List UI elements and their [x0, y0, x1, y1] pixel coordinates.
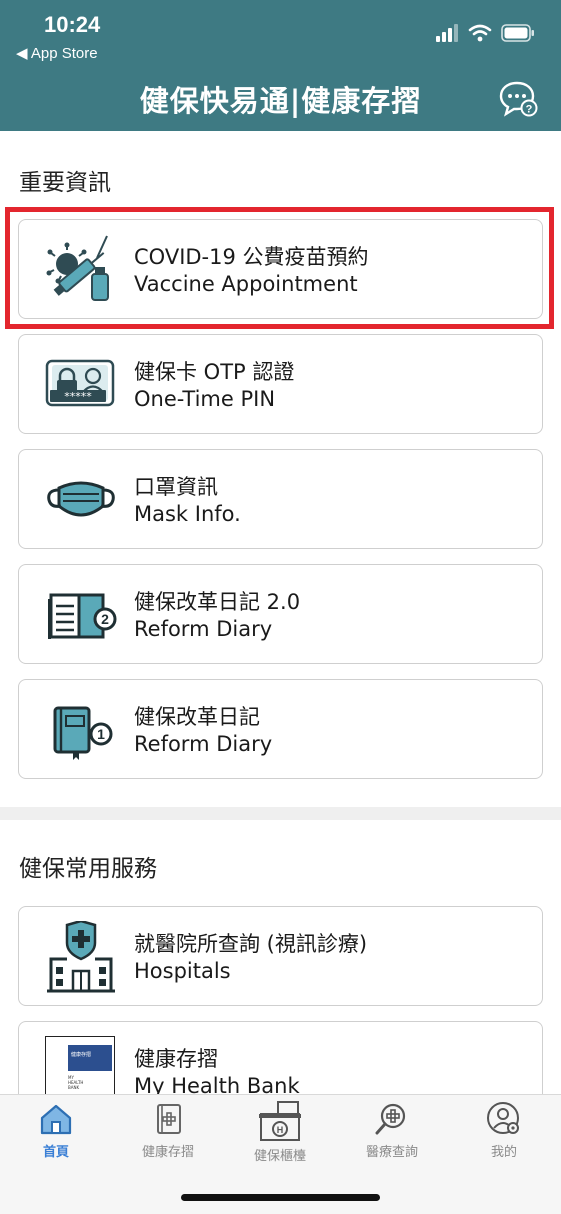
- svg-text:H: H: [277, 1125, 284, 1135]
- card-title-en: One-Time PIN: [134, 387, 276, 411]
- tab-label: 首頁: [42, 1145, 69, 1160]
- tab-health-record[interactable]: 健康存摺: [112, 1101, 224, 1171]
- section-title-important: 重要資訊: [19, 170, 111, 196]
- counter-icon: H: [259, 1101, 301, 1141]
- health-record-icon: [157, 1104, 181, 1134]
- card-title-zh: 健保改革日記: [134, 705, 260, 729]
- section-title-services: 健保常用服務: [19, 856, 157, 882]
- card-title-en: My Health Bank: [134, 1074, 300, 1094]
- section-divider: [0, 807, 561, 820]
- card-title-zh: 健保改革日記 2.0: [134, 590, 301, 614]
- tab-medical-search[interactable]: 醫療查詢: [336, 1101, 448, 1171]
- card-title-en: Hospitals: [134, 959, 231, 983]
- app-title: 健保快易通|健康存摺: [139, 84, 422, 118]
- card-title-zh: 就醫院所查詢 (視訊診療): [134, 932, 368, 956]
- diary-2-icon: 2: [48, 593, 117, 639]
- book-cover-subtitle: MY HEALTH BANK: [68, 1075, 83, 1090]
- highlight-frame: [5, 207, 554, 329]
- tab-label: 醫療查詢: [365, 1145, 418, 1160]
- card-title-en: Reform Diary: [134, 617, 273, 641]
- tab-profile[interactable]: 我的: [448, 1101, 560, 1171]
- home-icon: [40, 1104, 72, 1135]
- card-reform-diary[interactable]: 1 健保改革日記 Reform Diary: [18, 679, 543, 779]
- chat-help-icon[interactable]: ?: [499, 80, 539, 118]
- diary-1-icon: 1: [53, 706, 113, 760]
- profile-settings-icon: [487, 1102, 519, 1134]
- hospital-icon: [47, 921, 115, 993]
- svg-text:1: 1: [97, 726, 105, 742]
- tab-counter[interactable]: H 健保櫃檯: [224, 1101, 336, 1171]
- tab-home[interactable]: 首頁: [0, 1101, 112, 1171]
- svg-text:?: ?: [526, 104, 533, 116]
- status-icons: [435, 22, 535, 44]
- card-title-en: Reform Diary: [134, 732, 273, 756]
- book-cover-line: BANK: [68, 1085, 80, 1090]
- card-my-health-bank[interactable]: 健康存摺 MY HEALTH BANK 健康存摺 My Health Bank: [18, 1021, 543, 1094]
- card-title-zh: 口罩資訊: [134, 475, 218, 499]
- card-title-zh: 健康存摺: [134, 1047, 218, 1071]
- svg-text:*****: *****: [64, 390, 92, 403]
- book-cover-band: 健康存摺: [68, 1045, 112, 1071]
- card-title-zh: 健保卡 OTP 認證: [134, 360, 295, 384]
- health-bank-book-icon: 健康存摺 MY HEALTH BANK: [45, 1036, 115, 1094]
- tab-label: 健康存摺: [141, 1145, 194, 1160]
- signal-icon: [436, 24, 458, 42]
- svg-text:2: 2: [101, 611, 109, 627]
- card-mask-info[interactable]: 口罩資訊 Mask Info.: [18, 449, 543, 549]
- back-to-app-store-link[interactable]: ◀ App Store: [16, 44, 98, 62]
- card-reform-diary-2[interactable]: 2 健保改革日記 2.0 Reform Diary: [18, 564, 543, 664]
- app-header: 10:24 ◀ App Store 健保快易通|健康存摺 ?: [0, 0, 561, 131]
- home-indicator[interactable]: [181, 1194, 380, 1201]
- wifi-icon: [468, 24, 492, 42]
- card-hospitals[interactable]: 就醫院所查詢 (視訊診療) Hospitals: [18, 906, 543, 1006]
- tab-label: 我的: [490, 1145, 517, 1160]
- book-cover-title: 健康存摺: [71, 1052, 92, 1058]
- otp-card-icon: *****: [45, 359, 115, 407]
- mask-icon: [47, 481, 115, 517]
- battery-icon: [501, 24, 534, 42]
- status-time: 10:24: [44, 12, 101, 37]
- medical-search-icon: [375, 1103, 406, 1135]
- card-one-time-pin[interactable]: ***** 健保卡 OTP 認證 One-Time PIN: [18, 334, 543, 434]
- tab-label: 健保櫃檯: [253, 1149, 306, 1164]
- card-title-en: Mask Info.: [134, 502, 241, 526]
